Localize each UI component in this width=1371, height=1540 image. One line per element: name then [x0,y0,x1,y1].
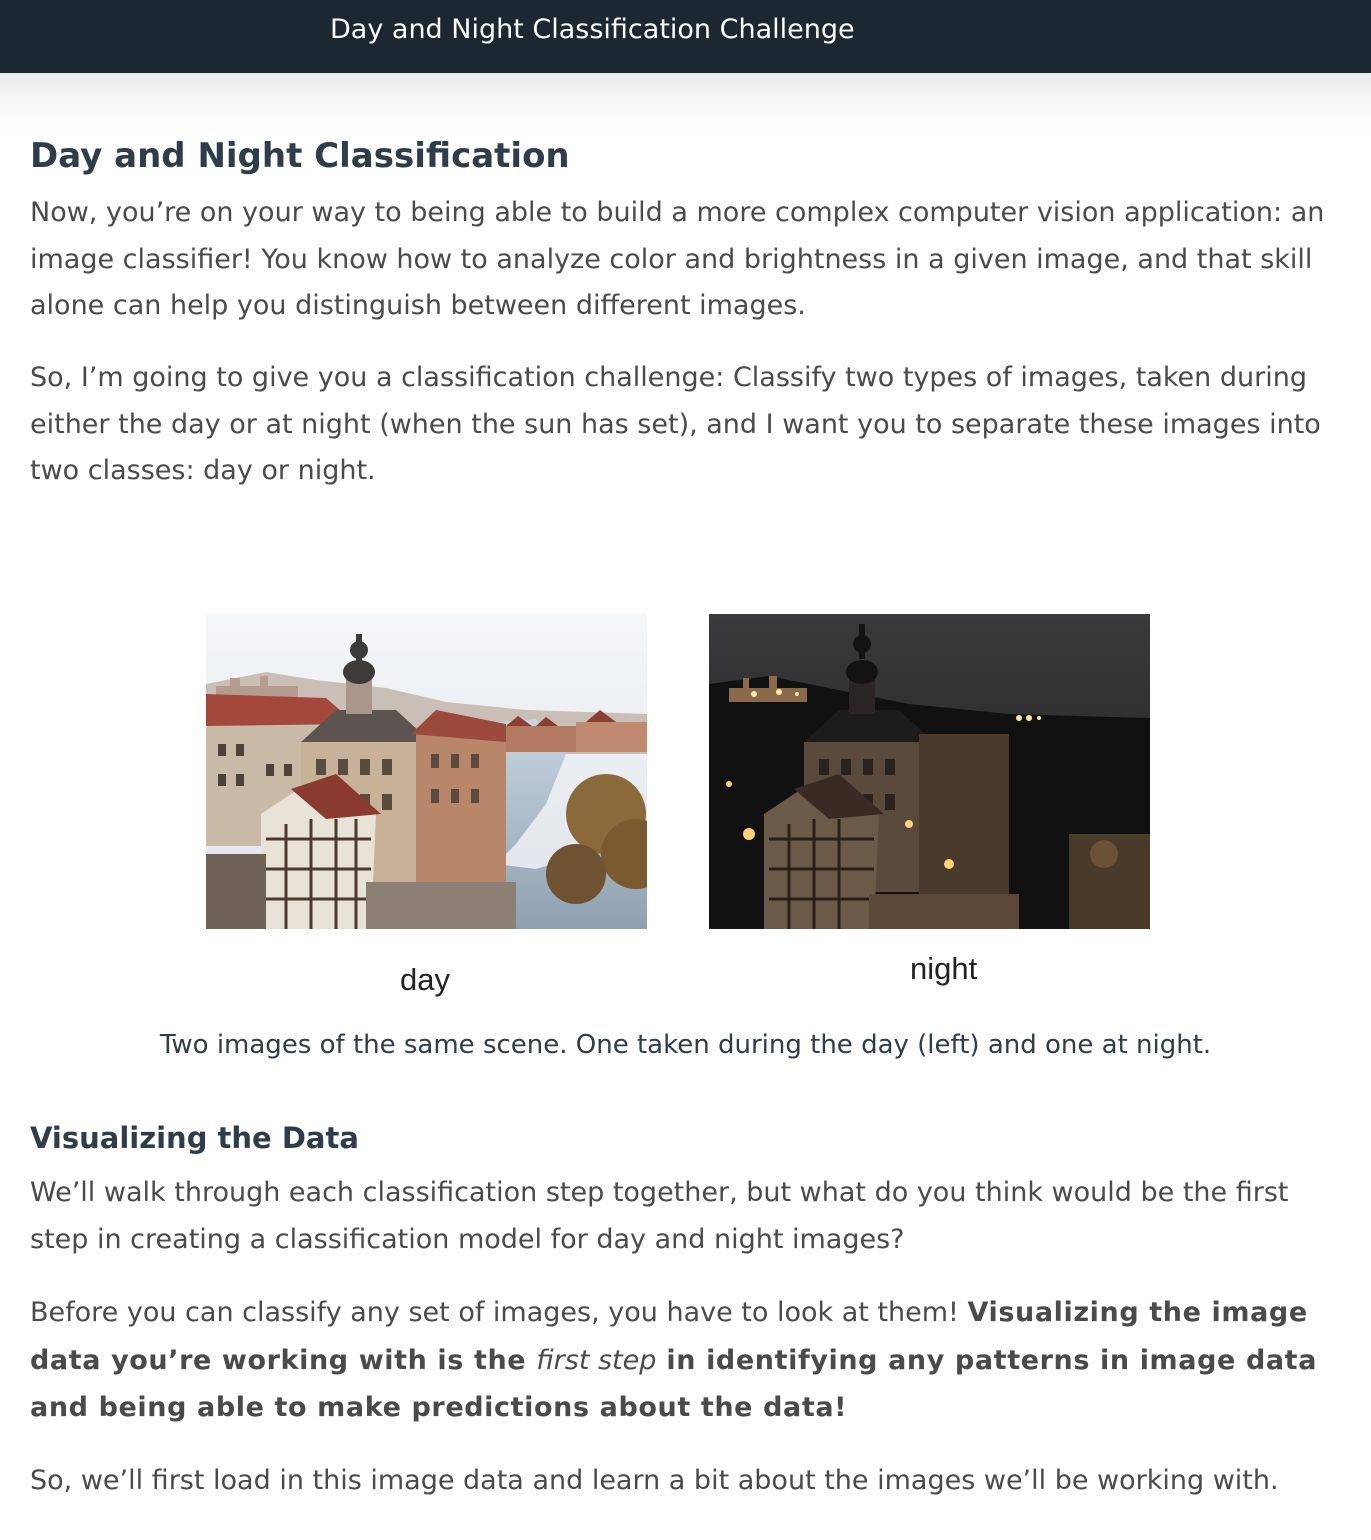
night-label: night [910,951,978,986]
emphasized-italic-text: first step [536,1344,657,1376]
night-scene-image [709,614,1150,929]
day-label: day [400,962,450,997]
visualize-paragraph: Before you can classify any set of image… [30,1289,1350,1432]
load-data-paragraph: So, we’ll first load in this image data … [30,1465,1279,1496]
day-scene-image [206,614,647,929]
first-step-paragraph: We’ll walk through each classification s… [30,1177,1289,1255]
lesson-title: Day and Night Classification Challenge [330,14,855,45]
intro-paragraph: Now, you’re on your way to being able to… [30,197,1325,321]
section-heading-visualizing: Visualizing the Data [30,1121,359,1155]
top-navigation-bar: Day and Night Classification Challenge [0,0,1371,73]
challenge-paragraph: So, I’m going to give you a classificati… [30,362,1321,486]
section-heading-classification: Day and Night Classification [30,136,570,176]
figure-caption: Two images of the same scene. One taken … [159,1030,1212,1060]
header-shadow [0,73,1371,133]
visualize-lead-text: Before you can classify any set of image… [30,1297,968,1328]
